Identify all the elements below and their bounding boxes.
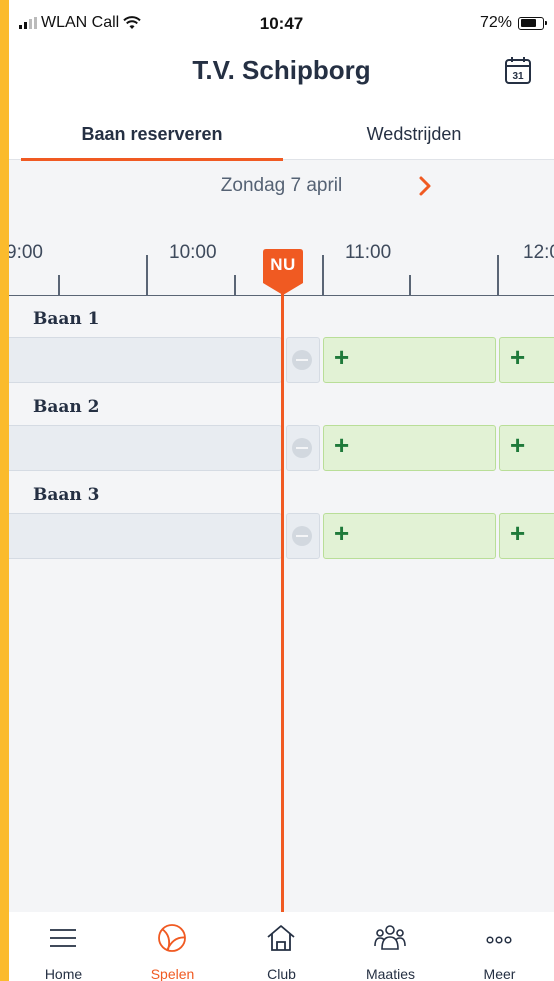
time-tick	[146, 255, 148, 295]
tab-bar: Baan reserveren Wedstrijden	[9, 108, 554, 161]
free-slot[interactable]: +	[323, 425, 496, 471]
time-label: 10:00	[169, 242, 217, 263]
free-slot[interactable]: +	[499, 425, 554, 471]
court-label: Baan 3	[33, 485, 100, 505]
page-title: T.V. Schipborg	[192, 55, 371, 85]
nav-meer[interactable]: Meer	[445, 912, 554, 981]
nav-label: Home	[44, 966, 83, 981]
time-tick	[322, 255, 324, 295]
house-icon	[267, 925, 295, 951]
past-slot	[9, 425, 282, 471]
free-slot[interactable]: +	[499, 337, 554, 383]
unavailable-slot	[286, 425, 320, 471]
nav-label: Spelen	[150, 966, 195, 981]
plus-icon: +	[334, 518, 350, 548]
court-label: Baan 1	[33, 309, 100, 329]
time-label: 12:0	[523, 242, 554, 263]
selected-date: Zondag 7 april	[220, 175, 343, 196]
calendar-icon-day: 31	[512, 71, 524, 82]
menu-icon	[50, 929, 76, 947]
battery-icon	[518, 16, 547, 30]
time-label: 11:00	[345, 242, 392, 263]
unavailable-slot	[286, 337, 320, 383]
tab-wedstrijden[interactable]: Wedstrijden	[283, 108, 545, 160]
tennis-ball-icon	[158, 924, 186, 952]
free-slot[interactable]: +	[499, 513, 554, 559]
past-slot	[9, 513, 282, 559]
app-screen: WLAN Call 10:47 72% T.V. Schipborg 31 Ba…	[9, 0, 554, 981]
court-label: Baan 2	[33, 397, 100, 417]
free-slot[interactable]: +	[323, 513, 496, 559]
time-tick	[409, 275, 411, 295]
past-slot	[9, 337, 282, 383]
chevron-right-icon[interactable]	[413, 174, 437, 198]
now-marker-label: NU	[270, 255, 296, 274]
status-right: 72%	[479, 14, 547, 32]
plus-icon: +	[510, 342, 526, 372]
time-tick	[497, 255, 499, 295]
nav-spelen[interactable]: Spelen	[118, 912, 227, 981]
nav-maaties[interactable]: Maaties	[336, 912, 445, 981]
minus-circle-icon	[292, 438, 312, 458]
calendar-icon[interactable]: 31	[504, 55, 532, 85]
time-tick	[58, 275, 60, 295]
time-tick	[234, 275, 236, 295]
nav-label: Club	[267, 966, 296, 981]
nav-home[interactable]: Home	[9, 912, 118, 981]
people-icon	[374, 925, 406, 950]
plus-icon: +	[510, 430, 526, 460]
plus-icon: +	[334, 430, 350, 460]
plus-icon: +	[510, 518, 526, 548]
more-dots-icon	[486, 936, 512, 944]
status-time: 10:47	[259, 14, 304, 33]
free-slot[interactable]: +	[323, 337, 496, 383]
nav-label: Maaties	[365, 966, 416, 981]
now-line	[281, 292, 284, 912]
top-area: WLAN Call 10:47 72% T.V. Schipborg 31 Ba…	[9, 0, 554, 161]
date-navigation: Zondag 7 april	[9, 160, 554, 212]
plus-icon: +	[334, 342, 350, 372]
status-bar: WLAN Call 10:47 72%	[9, 0, 554, 44]
nav-label: Meer	[483, 966, 516, 981]
time-label: 9:00	[9, 242, 43, 263]
minus-circle-icon	[292, 526, 312, 546]
battery-percent: 72%	[479, 14, 512, 31]
tab-baan-reserveren[interactable]: Baan reserveren	[21, 108, 283, 161]
bottom-navigation: Home Spelen Club Maaties Meer	[9, 912, 554, 981]
nav-club[interactable]: Club	[227, 912, 336, 981]
minus-circle-icon	[292, 350, 312, 370]
unavailable-slot	[286, 513, 320, 559]
